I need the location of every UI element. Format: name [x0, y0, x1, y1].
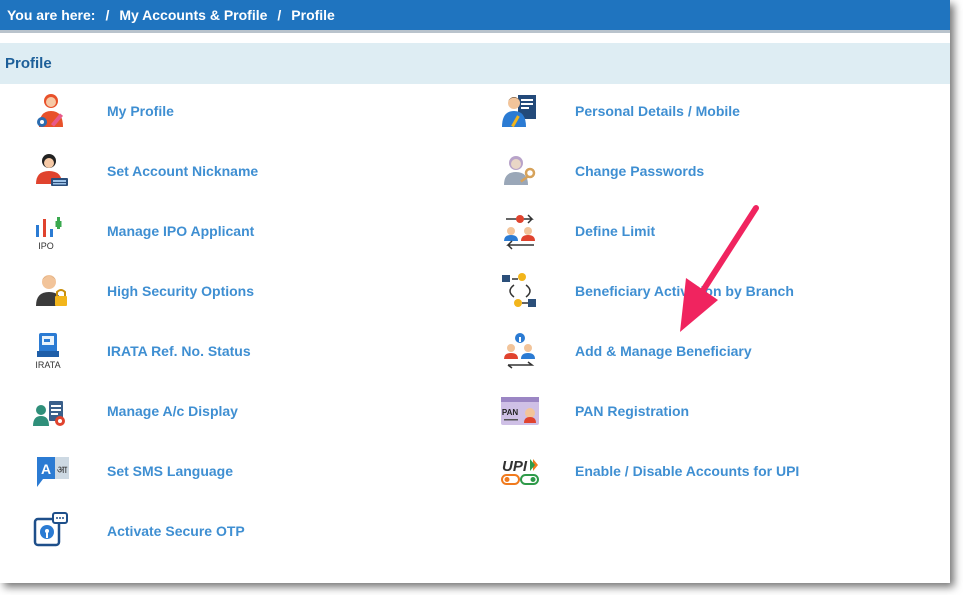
- menu-item-label[interactable]: Beneficiary Activation by Branch: [575, 283, 794, 299]
- menu-item-label[interactable]: High Security Options: [107, 283, 254, 299]
- menu-item-label[interactable]: Personal Details / Mobile: [575, 103, 740, 119]
- user-keyboard-icon: [31, 151, 71, 191]
- users-clipboard-icon: [31, 391, 71, 431]
- breadcrumb-prefix: You are here:: [7, 7, 96, 23]
- menu-item-pan-registration[interactable]: PAN PAN Registration: [470, 381, 950, 441]
- irata-icon-text: IRATA: [35, 360, 60, 370]
- irata-icon: IRATA: [31, 331, 71, 371]
- menu-item-label[interactable]: IRATA Ref. No. Status: [107, 343, 251, 359]
- breadcrumb-link-accounts[interactable]: My Accounts & Profile: [119, 7, 267, 23]
- menu-item-secure-otp[interactable]: Activate Secure OTP: [0, 501, 470, 561]
- panel-header: Profile: [0, 43, 950, 84]
- menu-item-beneficiary-activation[interactable]: Beneficiary Activation by Branch: [470, 261, 950, 321]
- user-document-icon: [500, 91, 540, 131]
- panel-title: Profile: [5, 55, 52, 72]
- menu-item-personal-details[interactable]: Personal Details / Mobile: [470, 81, 950, 141]
- menu-item-my-profile[interactable]: My Profile: [0, 81, 470, 141]
- breadcrumb: You are here: / My Accounts & Profile / …: [0, 0, 950, 33]
- menu-item-label[interactable]: Activate Secure OTP: [107, 523, 245, 539]
- menu-item-sms-language[interactable]: A आ Set SMS Language: [0, 441, 470, 501]
- menu-item-set-nickname[interactable]: Set Account Nickname: [0, 141, 470, 201]
- menu-item-change-passwords[interactable]: Change Passwords: [470, 141, 950, 201]
- breadcrumb-separator: /: [105, 7, 110, 23]
- menu-item-label[interactable]: Manage IPO Applicant: [107, 223, 254, 239]
- menu-item-manage-display[interactable]: Manage A/c Display: [0, 381, 470, 441]
- define-limit-icon: [500, 211, 540, 251]
- menu-item-label[interactable]: Set SMS Language: [107, 463, 233, 479]
- user-key-icon: [500, 151, 540, 191]
- menu-item-label[interactable]: Enable / Disable Accounts for UPI: [575, 463, 799, 479]
- add-beneficiary-icon: [500, 331, 540, 371]
- menu-item-label[interactable]: Define Limit: [575, 223, 655, 239]
- menu-item-label[interactable]: Manage A/c Display: [107, 403, 238, 419]
- pan-card-icon: PAN: [500, 391, 540, 431]
- breadcrumb-current: Profile: [291, 7, 335, 23]
- upi-toggle-icon: UPI: [500, 451, 540, 491]
- page-frame: You are here: / My Accounts & Profile / …: [0, 0, 950, 583]
- menu-item-label[interactable]: Set Account Nickname: [107, 163, 258, 179]
- language-icon-letter-a: A: [41, 461, 51, 477]
- ipo-chart-icon: IPO: [31, 211, 71, 251]
- language-icon: A आ: [31, 451, 71, 491]
- menu-item-irata-status[interactable]: IRATA IRATA Ref. No. Status: [0, 321, 470, 381]
- beneficiary-activation-icon: [500, 271, 540, 311]
- menu-item-add-manage-beneficiary[interactable]: Add & Manage Beneficiary: [470, 321, 950, 381]
- secure-otp-icon: [31, 511, 71, 551]
- menu-item-label[interactable]: Change Passwords: [575, 163, 704, 179]
- user-gear-icon: [31, 91, 71, 131]
- menu-item-high-security[interactable]: High Security Options: [0, 261, 470, 321]
- menu-item-define-limit[interactable]: Define Limit: [470, 201, 950, 261]
- ipo-icon-text: IPO: [38, 241, 54, 251]
- menu-item-label[interactable]: Add & Manage Beneficiary: [575, 343, 752, 359]
- breadcrumb-separator: /: [277, 7, 282, 23]
- pan-icon-text: PAN: [502, 408, 519, 417]
- menu-item-label[interactable]: PAN Registration: [575, 403, 689, 419]
- upi-icon-text: UPI: [502, 458, 528, 475]
- menu-item-manage-ipo[interactable]: IPO Manage IPO Applicant: [0, 201, 470, 261]
- menu-item-label[interactable]: My Profile: [107, 103, 174, 119]
- menu-item-upi-accounts[interactable]: UPI Enable / Disable Accounts for UPI: [470, 441, 950, 501]
- user-lock-icon: [31, 271, 71, 311]
- language-icon-letter-b: आ: [57, 465, 68, 476]
